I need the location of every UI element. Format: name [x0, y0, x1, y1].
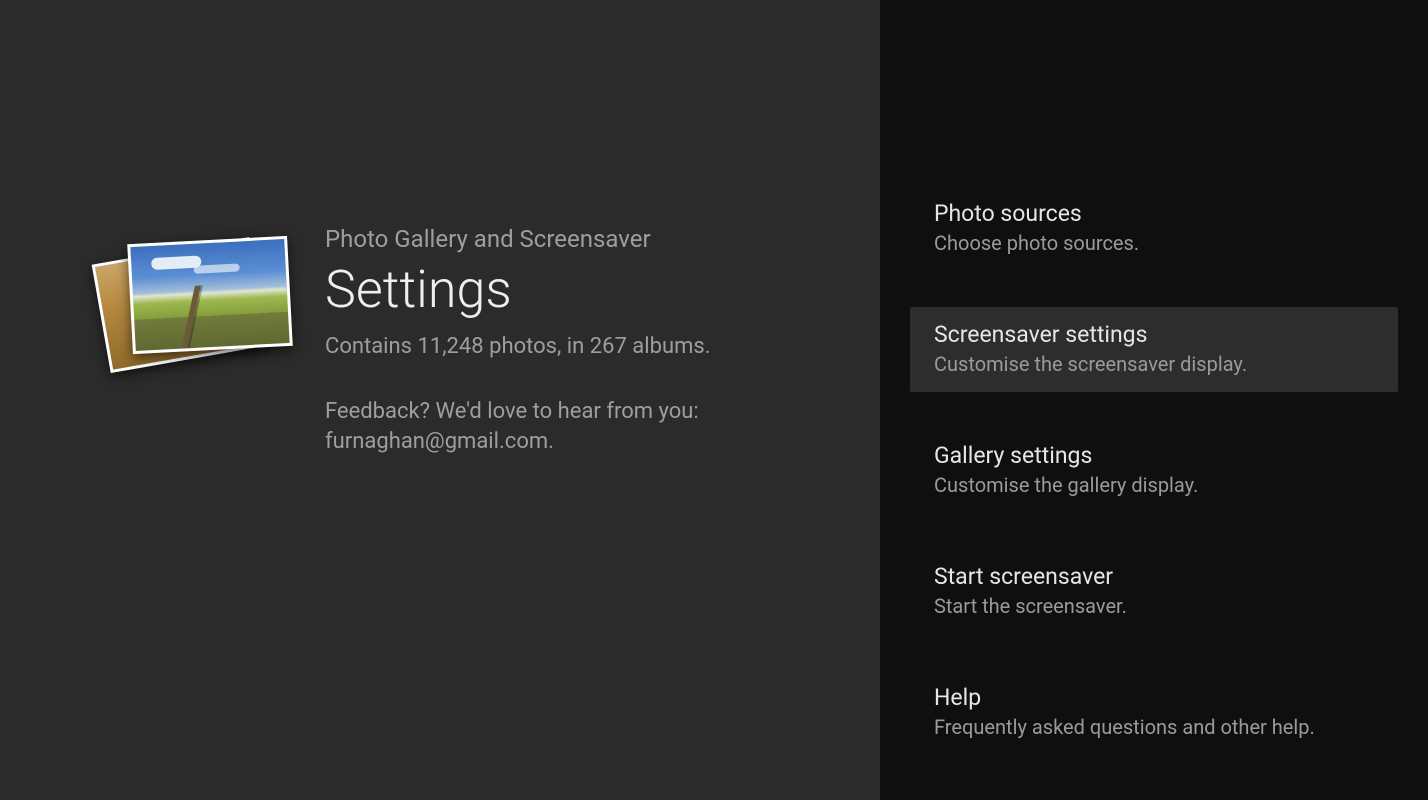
menu-item-title: Help — [934, 684, 1374, 711]
menu-item-desc: Customise the gallery display. — [934, 473, 1374, 497]
menu-item-help[interactable]: Help Frequently asked questions and othe… — [910, 670, 1398, 755]
left-panel: Photo Gallery and Screensaver Settings C… — [0, 0, 880, 800]
app-icon — [80, 225, 285, 385]
menu-item-desc: Choose photo sources. — [934, 231, 1374, 255]
menu-item-photo-sources[interactable]: Photo sources Choose photo sources. — [910, 186, 1398, 271]
menu-item-desc: Customise the screensaver display. — [934, 352, 1374, 376]
menu-item-title: Screensaver settings — [934, 321, 1374, 348]
menu-item-title: Photo sources — [934, 200, 1374, 227]
menu-item-gallery-settings[interactable]: Gallery settings Customise the gallery d… — [910, 428, 1398, 513]
menu-item-screensaver-settings[interactable]: Screensaver settings Customise the scree… — [910, 307, 1398, 392]
left-text-block: Photo Gallery and Screensaver Settings C… — [285, 225, 711, 800]
photo-thumb-front-icon — [127, 236, 293, 354]
menu-item-desc: Frequently asked questions and other hel… — [934, 715, 1374, 739]
feedback-email: furnaghan@gmail.com. — [325, 427, 711, 457]
menu-item-title: Start screensaver — [934, 563, 1374, 590]
menu-item-desc: Start the screensaver. — [934, 594, 1374, 618]
menu-item-title: Gallery settings — [934, 442, 1374, 469]
feedback-prompt: Feedback? We'd love to hear from you: — [325, 397, 711, 427]
photos-summary: Contains 11,248 photos, in 267 albums. — [325, 334, 711, 359]
page-title: Settings — [325, 259, 711, 320]
app-name: Photo Gallery and Screensaver — [325, 225, 711, 253]
menu-item-start-screensaver[interactable]: Start screensaver Start the screensaver. — [910, 549, 1398, 634]
right-panel: Photo sources Choose photo sources. Scre… — [880, 0, 1428, 800]
